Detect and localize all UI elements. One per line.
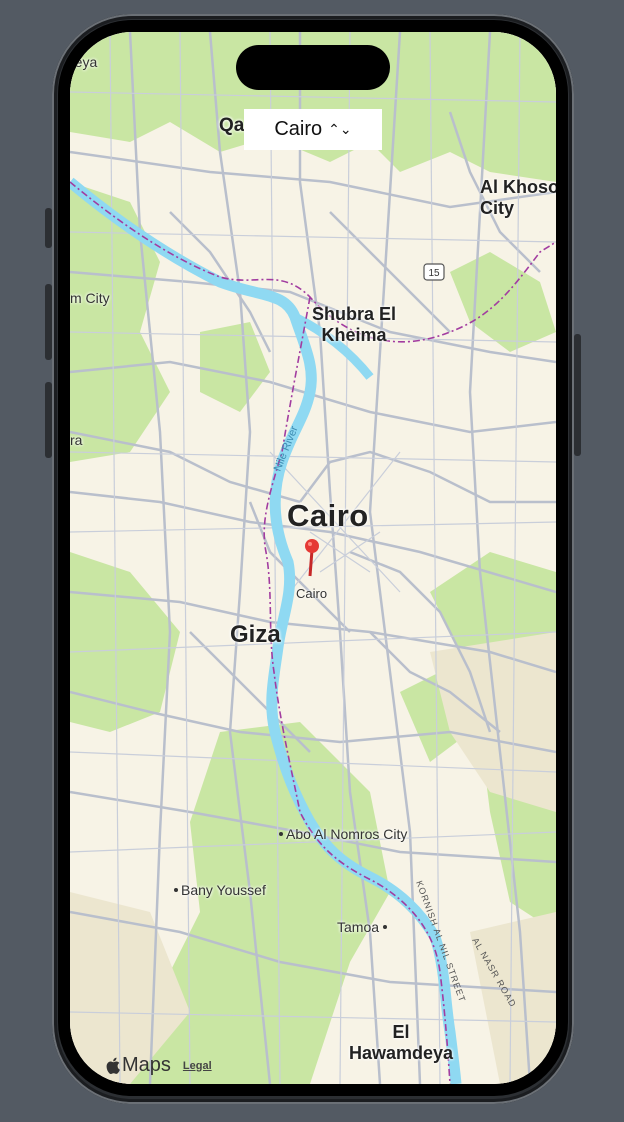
- map-label-bany-youssef: Bany Youssef: [174, 882, 266, 898]
- map-screen[interactable]: 15 Nile River KORNISH AL NIL STREET AL N…: [70, 32, 556, 1084]
- city-picker[interactable]: Cairo ⌃⌄: [244, 109, 382, 150]
- maps-logo-text: Maps: [122, 1054, 171, 1076]
- hawamdeya-label-text: El Hawamdeya: [348, 1022, 454, 1063]
- action-button: [45, 208, 52, 248]
- shubra-label-text: Shubra El Kheima: [311, 304, 396, 345]
- map-label-m-city: m City: [70, 290, 110, 306]
- city-picker-value: Cairo: [274, 118, 323, 140]
- map-attribution: Maps Legal: [106, 1054, 212, 1077]
- power-button: [574, 334, 581, 456]
- map-label-khosous: Al Khoso City: [480, 177, 556, 219]
- route-number: 15: [428, 268, 440, 279]
- pin-label-cairo: Cairo: [296, 586, 328, 601]
- abo-nomros-text: Abo Al Nomros City: [286, 826, 408, 842]
- place-dot: [383, 925, 388, 930]
- map-label-abo-nomros: Abo Al Nomros City: [279, 826, 407, 842]
- volume-up-button: [45, 284, 52, 360]
- map-label-reya: reya: [70, 54, 98, 70]
- place-dot: [174, 888, 178, 893]
- place-dot: [279, 832, 283, 837]
- map-label-shubra: Shubra El Kheima: [294, 304, 414, 346]
- map-label-giza: Giza: [230, 621, 281, 648]
- legal-link[interactable]: Legal: [183, 1060, 212, 1072]
- volume-down-button: [45, 382, 52, 458]
- bany-youssef-text: Bany Youssef: [181, 882, 266, 898]
- map-label-tamoa: Tamoa: [337, 919, 390, 935]
- apple-icon: [106, 1057, 120, 1074]
- route-15-shield: 15: [423, 263, 445, 281]
- map-label-cairo: Cairo: [287, 498, 369, 533]
- apple-maps-logo: Maps: [106, 1054, 171, 1077]
- map-label-hawamdeya: El Hawamdeya: [336, 1022, 466, 1064]
- map-label-ra: ra: [70, 432, 83, 448]
- chevron-up-down-icon: ⌃⌄: [328, 120, 352, 137]
- tamoa-text: Tamoa: [337, 919, 380, 935]
- dynamic-island: [236, 45, 390, 90]
- map-label-qa: Qa: [219, 115, 245, 136]
- khosous-label-text: Al Khoso City: [480, 177, 556, 218]
